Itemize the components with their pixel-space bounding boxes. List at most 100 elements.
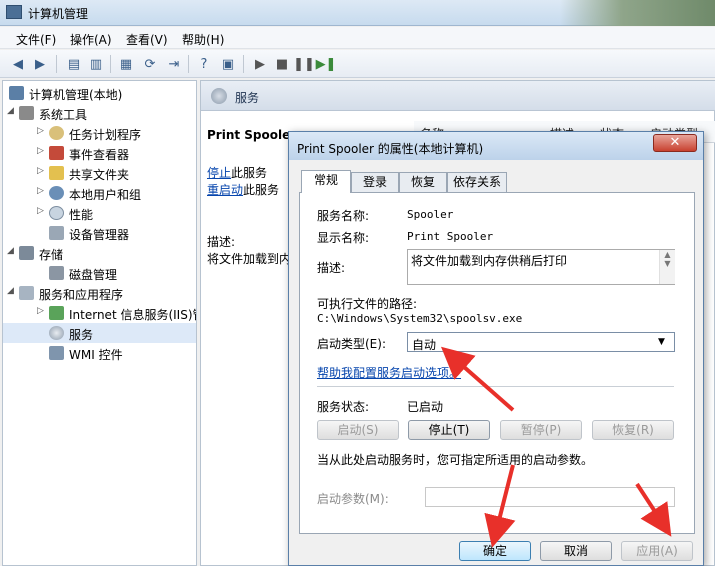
menu-action[interactable]: 操作(A): [70, 31, 112, 48]
toolbar-separator: [243, 55, 244, 73]
dialog-title: Print Spooler 的属性(本地计算机): [297, 142, 484, 156]
collapse-arrow-icon[interactable]: ▷: [37, 166, 47, 176]
pause-service-button[interactable]: 暂停(P): [500, 420, 582, 440]
display-name-label: 显示名称:: [317, 231, 370, 245]
collapse-arrow-icon[interactable]: ▷: [37, 306, 47, 316]
stop-service-link[interactable]: 停止: [207, 166, 231, 180]
expand-arrow-icon[interactable]: ◢: [7, 246, 17, 256]
startup-type-label: 启动类型(E):: [317, 337, 386, 351]
collapse-arrow-icon[interactable]: ▷: [37, 146, 47, 156]
tree-item-system-tools[interactable]: ◢ 系统工具: [3, 103, 196, 123]
menu-help[interactable]: 帮助(H): [182, 31, 224, 48]
description-label: 描述:: [207, 235, 236, 249]
gear-icon: [49, 326, 64, 340]
collapse-arrow-icon[interactable]: ▷: [37, 206, 47, 216]
device-manager-icon: [49, 226, 64, 240]
resume-service-button[interactable]: 恢复(R): [592, 420, 674, 440]
users-icon: [49, 186, 64, 200]
computer-icon: [9, 86, 24, 100]
desktop-background-strip: [560, 0, 715, 26]
forward-arrow-icon[interactable]: ▶: [30, 54, 50, 74]
play-icon[interactable]: ▶: [250, 54, 270, 74]
refresh-icon[interactable]: ⟳: [140, 54, 160, 74]
restart-service-link[interactable]: 重启动: [207, 183, 243, 197]
tree-item-event-viewer[interactable]: ▷ 事件查看器: [3, 143, 196, 163]
menu-view[interactable]: 查看(V): [126, 31, 168, 48]
startup-type-select[interactable]: 自动 ▼: [407, 332, 675, 352]
show-hide-tree-icon[interactable]: ▥: [86, 54, 106, 74]
shared-folder-icon: [49, 166, 64, 180]
service-properties-dialog: Print Spooler 的属性(本地计算机) ✕ 常规 登录 恢复 依存关系…: [288, 131, 704, 566]
startup-type-value: 自动: [412, 338, 437, 352]
back-arrow-icon[interactable]: ◀: [8, 54, 28, 74]
executable-path-value: C:\Windows\System32\spoolsv.exe: [317, 312, 523, 325]
menu-bar: 文件(F) 操作(A) 查看(V) 帮助(H): [0, 27, 715, 49]
tools-icon: [19, 106, 34, 120]
stop-service-button[interactable]: 停止(T): [408, 420, 490, 440]
section-divider: [317, 386, 674, 387]
tree-item-iis[interactable]: ▷ Internet 信息服务(IIS)管: [3, 303, 196, 323]
start-params-label: 启动参数(M):: [317, 492, 389, 506]
description-box: 将文件加载到内存供稍后打印 ▲ ▼: [407, 249, 675, 285]
general-tab-panel: 服务名称: Spooler 显示名称: Print Spooler 描述: 将文…: [299, 192, 695, 534]
window-title: 计算机管理: [28, 7, 89, 21]
tree-item-services[interactable]: 服务: [3, 323, 196, 343]
service-name-label: 服务名称:: [317, 209, 370, 223]
tree-item-device-manager[interactable]: 设备管理器: [3, 223, 196, 243]
tree-item-local-users[interactable]: ▷ 本地用户和组: [3, 183, 196, 203]
properties-icon[interactable]: ▦: [116, 54, 136, 74]
collapse-arrow-icon[interactable]: ▷: [37, 186, 47, 196]
help-configure-startup-link[interactable]: 帮助我配置服务启动选项。: [317, 364, 461, 381]
service-name-value: Spooler: [407, 208, 454, 221]
dialog-title-bar: Print Spooler 的属性(本地计算机) ✕: [289, 132, 703, 160]
start-params-input[interactable]: [425, 487, 675, 507]
expand-arrow-icon[interactable]: ◢: [7, 106, 17, 116]
display-name-value: Print Spooler: [407, 230, 494, 243]
cancel-button[interactable]: 取消: [540, 541, 612, 561]
tab-general[interactable]: 常规: [301, 170, 351, 193]
chevron-down-icon[interactable]: ▼: [658, 337, 665, 347]
computer-management-icon: [6, 5, 22, 19]
description-value: 将文件加载到内存供稍后打印: [411, 254, 568, 268]
start-service-button[interactable]: 启动(S): [317, 420, 399, 440]
tab-logon[interactable]: 登录: [351, 172, 399, 192]
ok-button[interactable]: 确定: [459, 541, 531, 561]
toolbar: ◀ ▶ ▤ ▥ ▦ ⟳ ⇥ ? ▣ ▶ ■ ❚❚ ▶❚: [0, 50, 715, 78]
tree-item-task-scheduler[interactable]: ▷ 任务计划程序: [3, 123, 196, 143]
services-header: 服务: [201, 81, 715, 111]
event-viewer-icon: [49, 146, 64, 160]
tree-item-wmi[interactable]: WMI 控件: [3, 343, 196, 363]
description-label: 描述:: [317, 261, 346, 275]
clock-icon: [49, 126, 64, 140]
tab-recovery[interactable]: 恢复: [399, 172, 447, 192]
console-tree: 计算机管理(本地) ◢ 系统工具 ▷ 任务计划程序 ▷ 事件查看器 ▷ 共享文件…: [2, 80, 197, 566]
stop-icon[interactable]: ■: [272, 54, 292, 74]
disk-icon: [49, 266, 64, 280]
description-scrollbar[interactable]: ▲ ▼: [659, 250, 675, 284]
export-list-icon[interactable]: ⇥: [164, 54, 184, 74]
computer-management-window: 计算机管理 文件(F) 操作(A) 查看(V) 帮助(H) ◀ ▶ ▤ ▥ ▦ …: [0, 0, 715, 566]
start-params-hint: 当从此处启动服务时，您可指定所适用的启动参数。: [317, 453, 594, 467]
collapse-arrow-icon[interactable]: ▷: [37, 126, 47, 136]
up-folder-icon[interactable]: ▤: [64, 54, 84, 74]
restart-icon[interactable]: ▶❚: [316, 54, 337, 74]
tab-dependencies[interactable]: 依存关系: [447, 172, 507, 192]
storage-icon: [19, 246, 34, 260]
tree-item-disk-management[interactable]: 磁盘管理: [3, 263, 196, 283]
tree-item-root[interactable]: 计算机管理(本地): [3, 83, 196, 103]
pause-icon[interactable]: ❚❚: [293, 54, 315, 74]
tree-item-storage[interactable]: ◢ 存储: [3, 243, 196, 263]
tree-item-services-apps[interactable]: ◢ 服务和应用程序: [3, 283, 196, 303]
menu-file[interactable]: 文件(F): [16, 31, 56, 48]
toolbar-separator: [56, 55, 57, 73]
tree-item-performance[interactable]: ▷ 性能: [3, 203, 196, 223]
stop-service-action: 停止此服务: [207, 166, 268, 180]
close-icon[interactable]: ✕: [653, 134, 697, 152]
action-pane-icon[interactable]: ▣: [218, 54, 238, 74]
help-icon[interactable]: ?: [194, 54, 214, 74]
apply-button[interactable]: 应用(A): [621, 541, 693, 561]
description-text: 将文件加载到内: [207, 252, 292, 266]
wmi-icon: [49, 346, 64, 360]
tree-item-shared-folders[interactable]: ▷ 共享文件夹: [3, 163, 196, 183]
expand-arrow-icon[interactable]: ◢: [7, 286, 17, 296]
